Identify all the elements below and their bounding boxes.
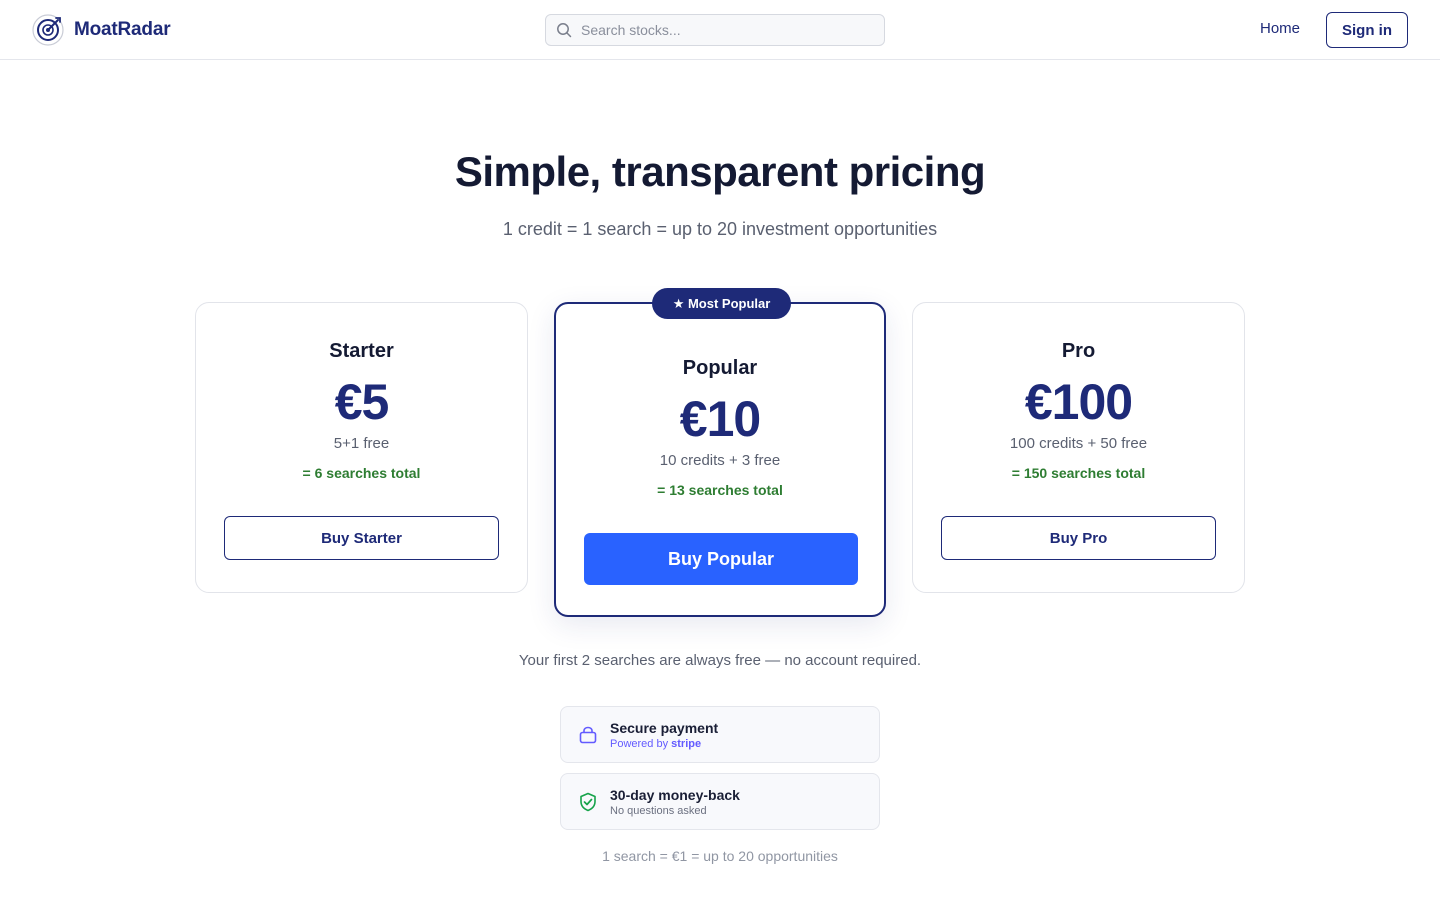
plan-total: = 13 searches total — [657, 482, 783, 498]
money-back-subtitle: No questions asked — [610, 804, 707, 817]
plan-name: Pro — [1061, 340, 1096, 362]
shield-check-icon — [580, 792, 596, 811]
page-title: Simple, transparent pricing — [454, 148, 986, 195]
page-subtitle: 1 credit = 1 search = up to 20 investmen… — [502, 219, 938, 239]
stripe-brand: stripe — [671, 737, 702, 750]
buy-starter-button[interactable]: Buy Starter — [224, 516, 499, 560]
free-searches-note: Your first 2 searches are always free — … — [518, 652, 922, 669]
buy-pro-button[interactable]: Buy Pro — [941, 516, 1216, 560]
plan-price: €5 — [334, 374, 390, 430]
secure-payment-subtitle: Powered by stripe — [610, 738, 718, 750]
top-navbar: MoatRadar Home Sign in — [0, 0, 1440, 60]
nav-home-link[interactable]: Home — [1260, 20, 1300, 37]
brand-logo-link[interactable]: MoatRadar — [32, 13, 171, 47]
brand-name: MoatRadar — [74, 19, 171, 40]
search-input[interactable] — [581, 22, 871, 38]
plan-name: Popular — [682, 357, 758, 379]
plan-name: Starter — [329, 340, 394, 362]
plan-credits: 5+1 free — [333, 435, 390, 452]
plan-total: = 6 searches total — [302, 465, 421, 481]
radar-logo-icon — [32, 14, 64, 46]
plan-card-starter: Starter €5 5+1 free = 6 searches total B… — [195, 302, 528, 593]
plan-credits: 10 credits + 3 free — [659, 452, 781, 469]
plan-price: €10 — [679, 391, 761, 447]
plan-price: €100 — [1024, 374, 1133, 430]
buy-popular-button[interactable]: Buy Popular — [584, 533, 858, 585]
secure-payment-box: Secure payment Powered by stripe — [560, 706, 880, 763]
secure-payment-title: Secure payment — [610, 719, 719, 736]
powered-by-label: Powered by — [610, 737, 669, 750]
plan-card-pro: Pro €100 100 credits + 50 free = 150 sea… — [912, 302, 1245, 593]
plan-credits: 100 credits + 50 free — [1009, 435, 1148, 452]
lock-icon — [579, 726, 597, 743]
pricing-footnote: 1 search = €1 = up to 20 opportunities — [602, 848, 838, 864]
stock-search-box[interactable] — [545, 14, 885, 46]
most-popular-badge: ★ Most Popular — [652, 288, 791, 319]
money-back-box: 30-day money-back No questions asked — [560, 773, 880, 830]
plan-card-popular: ★ Most Popular Popular €10 10 credits + … — [554, 288, 886, 617]
plan-total: = 150 searches total — [1011, 465, 1146, 481]
money-back-title: 30-day money-back — [610, 786, 740, 803]
sign-in-button[interactable]: Sign in — [1326, 12, 1408, 48]
search-icon — [557, 23, 572, 38]
